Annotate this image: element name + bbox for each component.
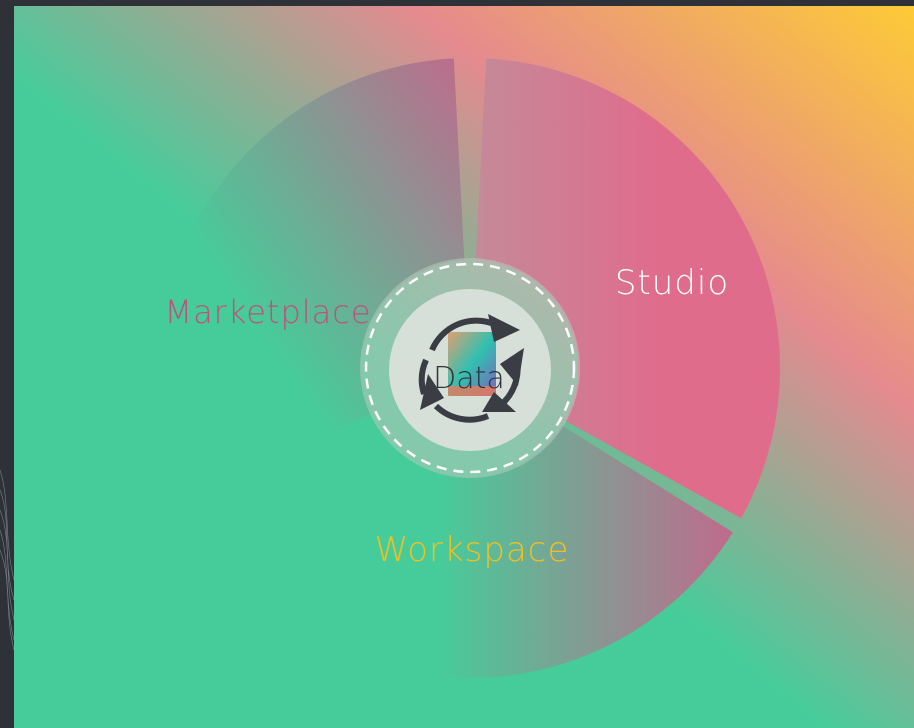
- decorative-waves: [0, 469, 15, 651]
- segment-label-studio: Studio: [615, 263, 729, 303]
- segment-label-workspace: Workspace: [375, 530, 570, 570]
- diagram-canvas: Studio Workspace Marketplace Data: [0, 0, 914, 728]
- segment-label-marketplace: Marketplace: [164, 293, 371, 331]
- hub-label: Data: [433, 361, 505, 396]
- ring-diagram: Studio Workspace Marketplace Data: [0, 6, 914, 728]
